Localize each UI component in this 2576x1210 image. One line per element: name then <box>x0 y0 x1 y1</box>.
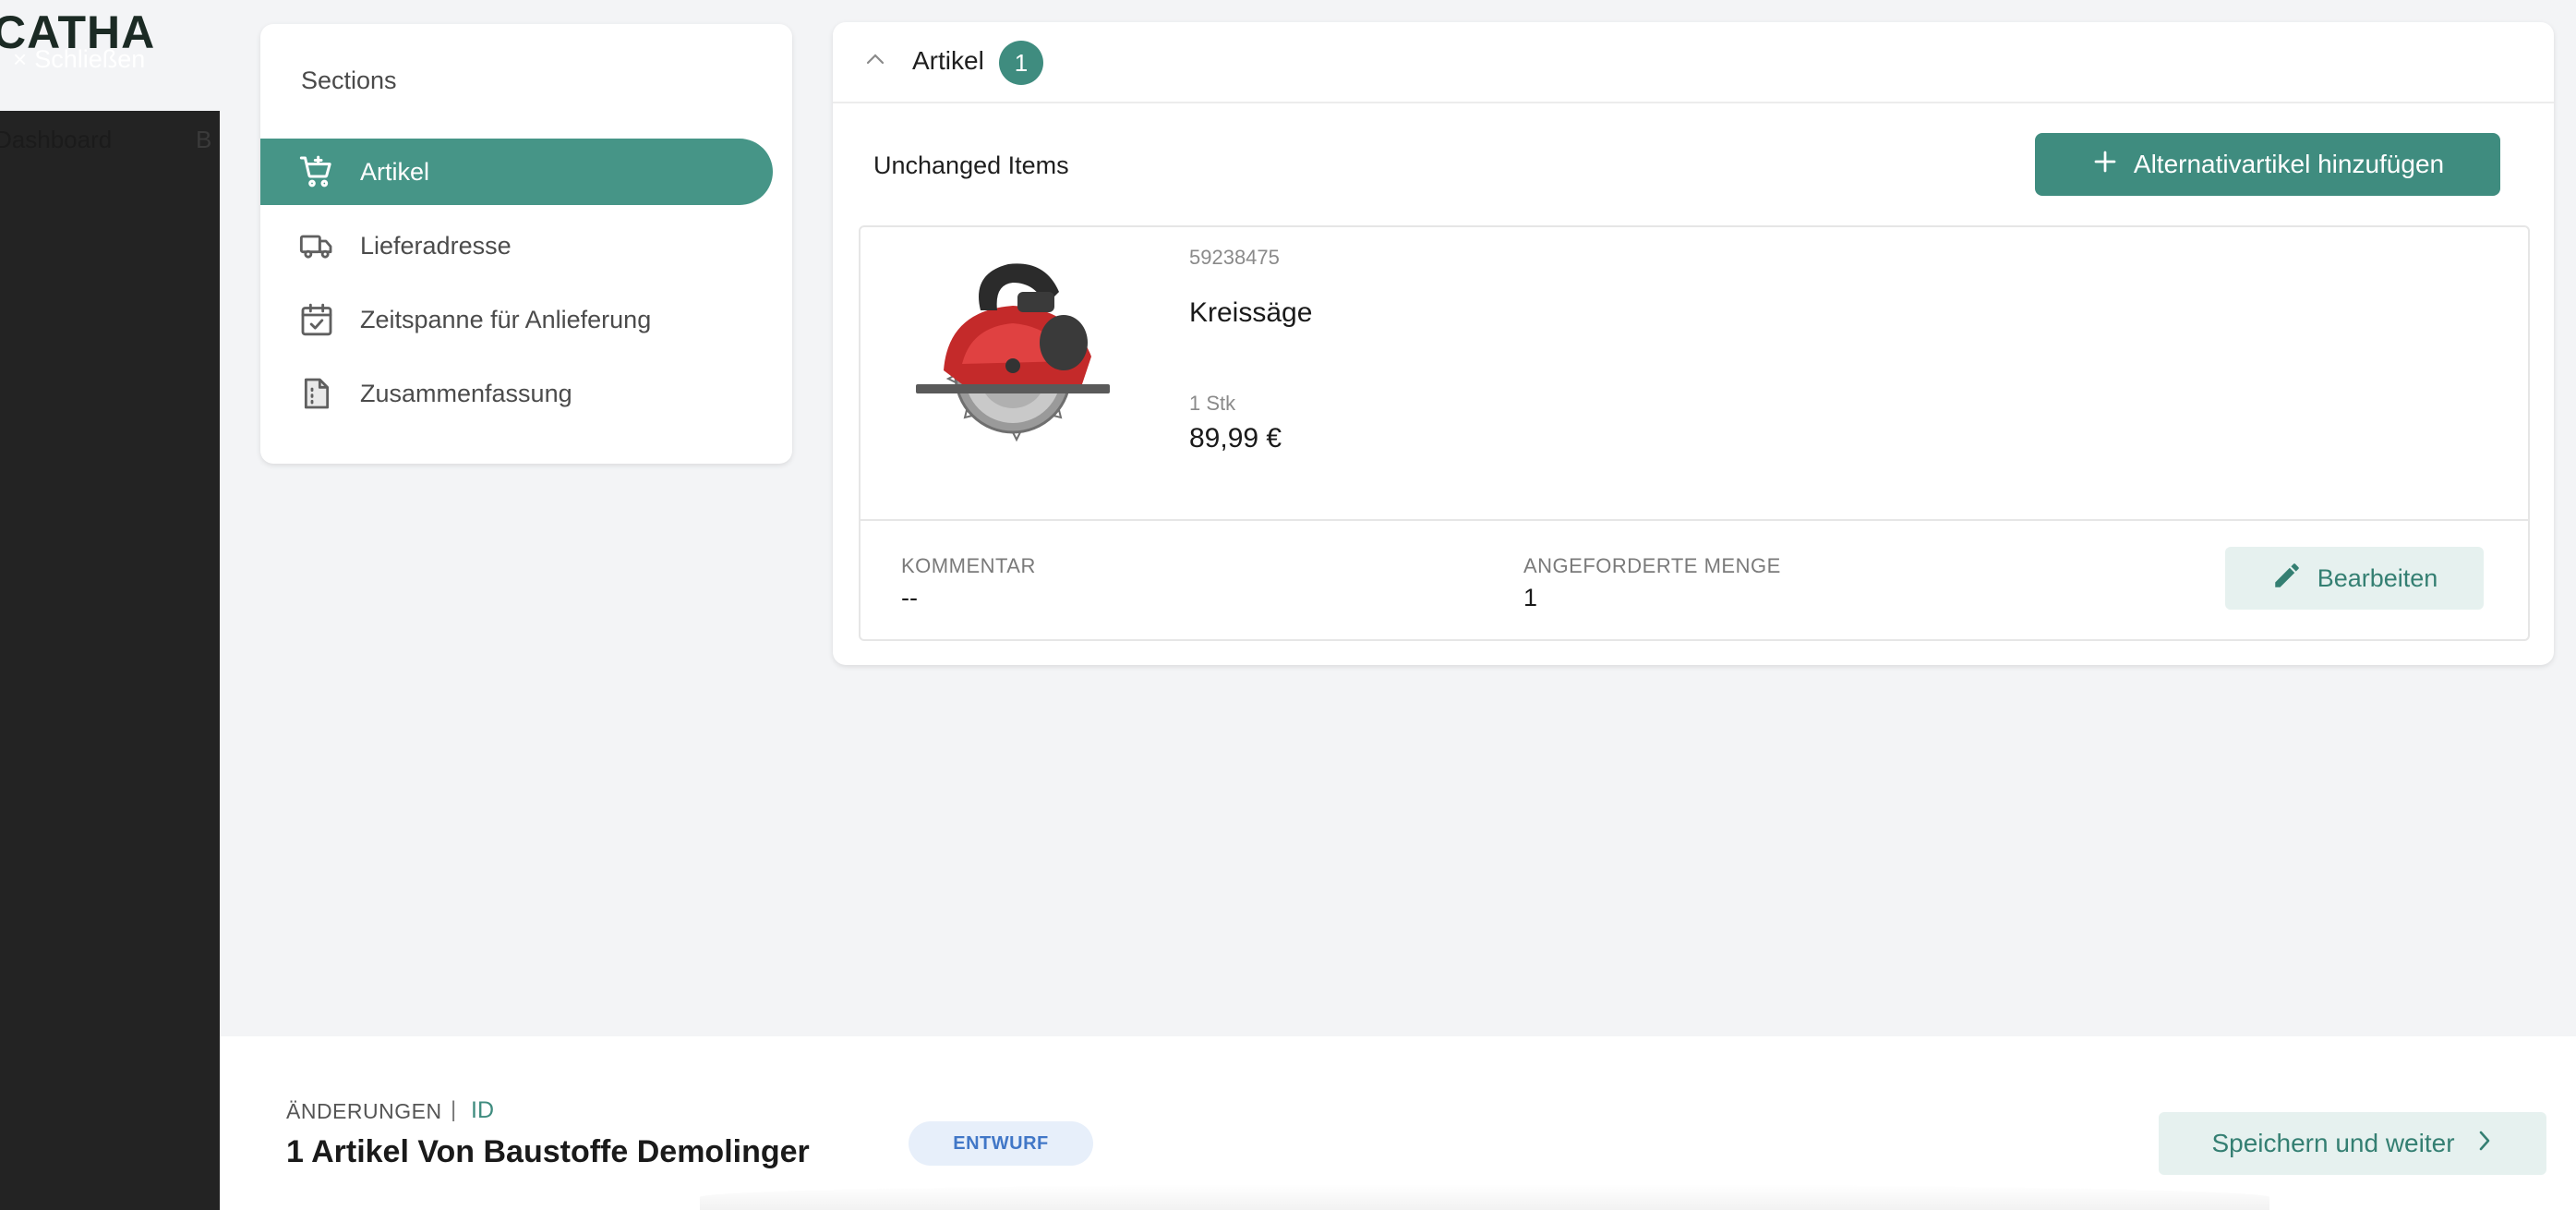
item-card: 59238475 Kreissäge 1 Stk 89,99 € KOMMENT… <box>859 225 2530 641</box>
add-alternative-item-label: Alternativartikel hinzufügen <box>2133 150 2445 178</box>
save-and-continue-label: Speichern und weiter <box>2211 1129 2455 1157</box>
footer-bar: ÄNDERUNGEN | ID 1 Artikel Von Baustoffe … <box>220 1036 2576 1210</box>
item-card-top: 59238475 Kreissäge 1 Stk 89,99 € <box>861 227 2528 521</box>
item-quantity-unit: 1 Stk <box>1189 392 1236 415</box>
close-label: Schließen <box>34 44 146 73</box>
item-sku: 59238475 <box>1189 246 1280 269</box>
requested-quantity-value: 1 <box>1523 584 1538 611</box>
section-item-label: Zusammenfassung <box>360 379 572 407</box>
cart-icon <box>260 153 360 190</box>
sections-title: Sections <box>301 67 397 94</box>
plus-icon <box>2091 148 2119 182</box>
nav-item-partial[interactable]: B <box>196 126 211 154</box>
close-button[interactable]: × Schließen <box>13 41 145 78</box>
comment-label: KOMMENTAR <box>901 554 1036 577</box>
add-alternative-item-button[interactable]: Alternativartikel hinzufügen <box>2035 133 2500 196</box>
requested-quantity-label: ANGEFORDERTE MENGE <box>1523 554 1781 577</box>
product-image <box>907 255 1119 454</box>
articles-panel-header[interactable]: Artikel 1 <box>833 22 2554 103</box>
articles-count-badge: 1 <box>999 41 1043 85</box>
item-name: Kreissäge <box>1189 297 1313 328</box>
footer-shadow <box>700 1184 2269 1210</box>
truck-icon <box>260 227 360 264</box>
calendar-check-icon <box>260 301 360 338</box>
articles-panel: Artikel 1 Unchanged Items Alternativarti… <box>833 22 2554 665</box>
section-item-label: Artikel <box>360 157 430 186</box>
chevron-up-icon[interactable] <box>864 50 886 73</box>
footer-title: 1 Artikel Von Baustoffe Demolinger <box>286 1134 810 1169</box>
save-and-continue-button[interactable]: Speichern und weiter <box>2159 1112 2546 1175</box>
nav-item-dashboard[interactable]: Dashboard <box>0 126 112 154</box>
articles-title: Artikel <box>912 46 984 75</box>
section-item-label: Lieferadresse <box>360 231 512 260</box>
item-price: 89,99 € <box>1189 423 1282 454</box>
unchanged-items-heading: Unchanged Items <box>873 151 1069 179</box>
chevron-right-icon <box>2475 1129 2494 1159</box>
section-item-label: Zeitspanne für Anlieferung <box>360 305 652 333</box>
section-item-zusammenfassung[interactable]: Zusammenfassung <box>260 360 773 427</box>
section-item-lieferadresse[interactable]: Lieferadresse <box>260 212 773 279</box>
footer-separator: | <box>451 1097 457 1122</box>
close-icon: × <box>13 45 28 73</box>
sections-card: Sections Artikel Lieferadresse Zeitspann… <box>260 24 792 464</box>
comment-value: -- <box>901 584 918 611</box>
section-item-artikel[interactable]: Artikel <box>260 139 773 205</box>
summary-icon <box>260 375 360 412</box>
edit-label: Bearbeiten <box>2317 563 2438 592</box>
id-link[interactable]: ID <box>471 1097 494 1124</box>
changes-label: ÄNDERUNGEN <box>286 1099 442 1123</box>
status-badge: ENTWURF <box>909 1121 1093 1166</box>
pencil-icon <box>2271 560 2303 598</box>
section-item-zeitspanne[interactable]: Zeitspanne für Anlieferung <box>260 286 773 353</box>
overlay-backdrop[interactable]: CATHA Dashboard B <box>0 0 220 1210</box>
edit-button[interactable]: Bearbeiten <box>2225 547 2484 610</box>
